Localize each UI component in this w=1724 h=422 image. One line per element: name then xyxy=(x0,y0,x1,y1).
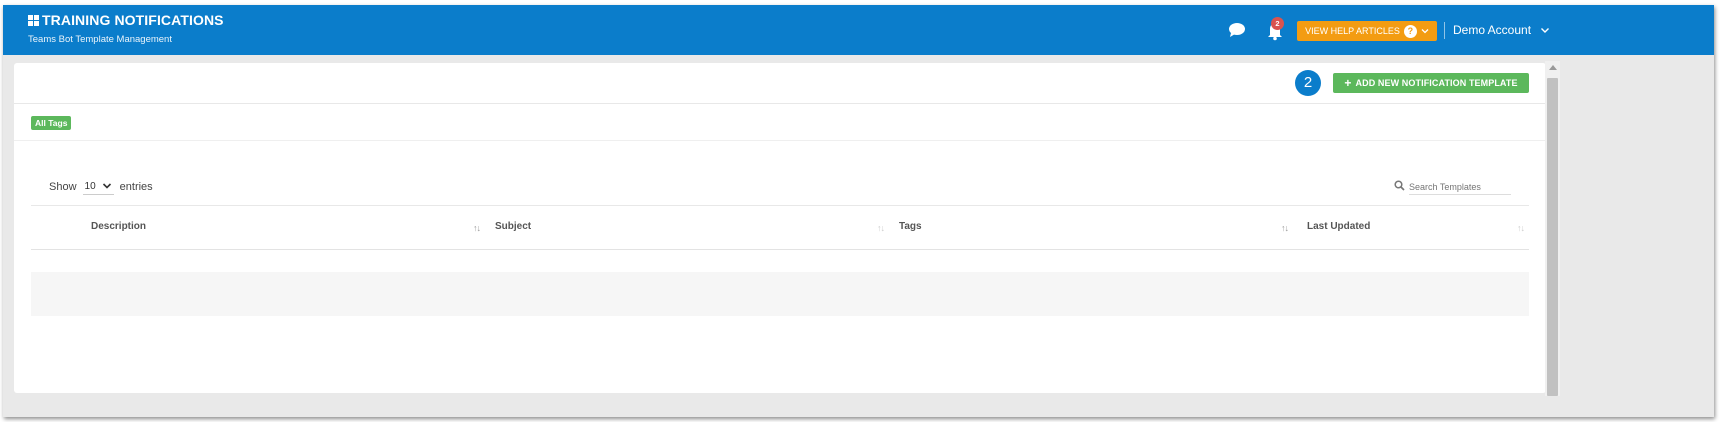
column-header-subject[interactable]: Subject xyxy=(495,221,531,232)
grid-icon xyxy=(28,14,39,26)
sort-icon[interactable]: ↑↓ xyxy=(473,223,481,233)
templates-card: 2 + ADD NEW NOTIFICATION TEMPLATE All Ta… xyxy=(14,63,1546,393)
add-new-notification-template-button[interactable]: + ADD NEW NOTIFICATION TEMPLATE xyxy=(1333,73,1529,93)
page-subtitle: Teams Bot Template Management xyxy=(28,34,172,45)
plus-icon: + xyxy=(1344,76,1352,90)
divider xyxy=(14,103,1546,104)
vertical-scrollbar[interactable] xyxy=(1545,61,1560,396)
help-button-label: VIEW HELP ARTICLES xyxy=(1305,26,1400,36)
table-row xyxy=(31,272,1529,316)
view-help-articles-button[interactable]: VIEW HELP ARTICLES ? xyxy=(1297,21,1437,41)
chevron-down-icon xyxy=(1421,29,1429,34)
page-title: TRAINING NOTIFICATIONS xyxy=(42,12,224,28)
chat-icon[interactable] xyxy=(1228,22,1246,38)
chevron-down-icon[interactable] xyxy=(1539,24,1551,36)
divider xyxy=(14,140,1546,141)
search-icon xyxy=(1394,180,1405,191)
app-title: TRAINING NOTIFICATIONS xyxy=(28,12,224,28)
add-button-label: ADD NEW NOTIFICATION TEMPLATE xyxy=(1355,78,1518,88)
column-header-tags[interactable]: Tags xyxy=(899,221,922,232)
table-header-top-border xyxy=(31,205,1529,206)
top-header: TRAINING NOTIFICATIONS Teams Bot Templat… xyxy=(3,5,1714,55)
page-length-control: Show 10 entries xyxy=(49,178,153,195)
scrollbar-thumb[interactable] xyxy=(1547,78,1558,396)
sort-icon[interactable]: ↑↓ xyxy=(877,223,885,233)
header-divider xyxy=(1444,22,1445,39)
account-menu[interactable]: Demo Account xyxy=(1453,23,1531,37)
search-templates-input[interactable] xyxy=(1409,179,1511,195)
chevron-down-icon xyxy=(102,183,111,189)
entries-select-value: 10 xyxy=(84,180,96,192)
column-header-last-updated[interactable]: Last Updated xyxy=(1307,221,1370,232)
column-header-description[interactable]: Description xyxy=(91,221,146,232)
notification-count-badge: 2 xyxy=(1271,17,1284,30)
tag-filter-all-tags[interactable]: All Tags xyxy=(31,116,72,130)
entries-select[interactable]: 10 xyxy=(82,178,114,195)
sort-icon[interactable]: ↑↓ xyxy=(1517,223,1525,233)
scroll-up-arrow-icon[interactable] xyxy=(1549,65,1557,70)
question-icon: ? xyxy=(1403,24,1417,38)
app-window: TRAINING NOTIFICATIONS Teams Bot Templat… xyxy=(3,5,1714,417)
step-number-badge: 2 xyxy=(1295,70,1321,96)
search-box xyxy=(1394,179,1512,195)
table-header-bottom-border xyxy=(31,249,1529,250)
entries-label: entries xyxy=(119,180,153,193)
sort-icon[interactable]: ↑↓ xyxy=(1281,223,1289,233)
show-label: Show xyxy=(49,180,77,193)
